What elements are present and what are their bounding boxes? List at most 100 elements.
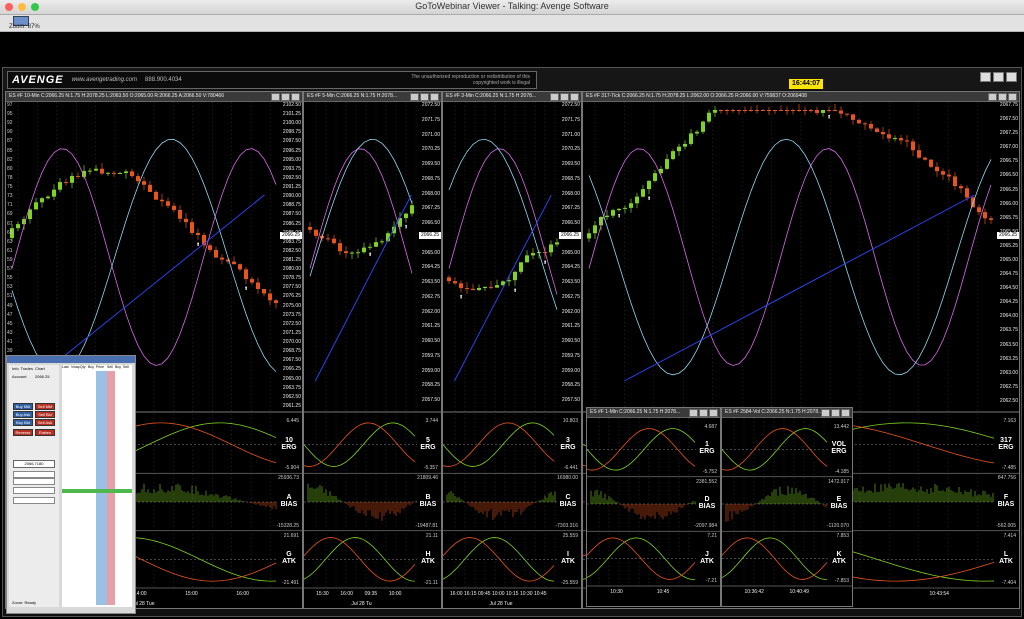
- panel-maximize-button[interactable]: [998, 93, 1007, 101]
- indicator-high-value: 6.445: [286, 418, 299, 424]
- chart-panel[interactable]: ES #F 3-Min C:2066.25 N:1.75 H:2078... ⬆ ⬆…: [442, 91, 582, 609]
- col-sell2: Sell: [123, 365, 129, 369]
- indicator-name: ERG: [831, 448, 847, 456]
- price-tick: 2071.75: [561, 116, 580, 123]
- price-tick: 2065.25: [999, 242, 1018, 249]
- price-scale[interactable]: 2072.50 2071.75 2071.00 2070.25 2069.50 2068.…: [559, 102, 581, 412]
- indicator-name: BIAS: [698, 503, 716, 510]
- buy-bid-button[interactable]: Buy Bid: [13, 419, 33, 426]
- chart-panel[interactable]: ES #F 5-Min C:2066.25 N:1.75 H:2078... ⬆ ⬆…: [303, 91, 442, 609]
- panel-maximize-button[interactable]: [699, 409, 708, 417]
- panel-maximize-button[interactable]: [420, 93, 429, 101]
- candle: [839, 110, 843, 114]
- panel-buttons: [410, 93, 439, 101]
- price-tick: 2101.25: [282, 111, 301, 118]
- panel-close-button[interactable]: [291, 93, 300, 101]
- candle: [719, 110, 723, 111]
- candle: [344, 251, 348, 254]
- reverse-button[interactable]: Reverse: [13, 429, 33, 436]
- flatten-button[interactable]: Flatten: [35, 429, 55, 436]
- candle: [785, 110, 789, 111]
- panel-close-button[interactable]: [430, 93, 439, 101]
- panel-maximize-button[interactable]: [831, 409, 840, 417]
- indicator-high-value: 3.744: [425, 418, 438, 424]
- panel-minimize-button[interactable]: [550, 93, 559, 101]
- sell-market-button[interactable]: Sell Mkt: [35, 403, 55, 410]
- panel-minimize-button[interactable]: [271, 93, 280, 101]
- strategy-field[interactable]: [13, 487, 55, 494]
- price-tick: 2059.75: [561, 352, 580, 359]
- col-vwap: Vwap: [71, 365, 80, 369]
- panel-close-button[interactable]: [570, 93, 579, 101]
- candle: [356, 252, 360, 254]
- time-axis[interactable]: 10:30 10:45: [587, 589, 698, 597]
- panel-minimize-button[interactable]: [821, 409, 830, 417]
- panel-close-button[interactable]: [709, 409, 718, 417]
- sell-ask-button[interactable]: Sell Ask: [35, 419, 55, 426]
- price-scale[interactable]: 2067.75 2067.50 2067.25 2067.00 2066.75 2066.…: [997, 102, 1019, 412]
- price-tick: 2081.25: [282, 257, 301, 263]
- panel-buttons: [550, 93, 579, 101]
- panel-maximize-button[interactable]: [281, 93, 290, 101]
- time-tick: 10:43:54: [929, 591, 949, 597]
- candle: [178, 209, 182, 219]
- col-buy: Buy: [88, 365, 95, 369]
- candle: [208, 245, 212, 250]
- panel-title: ES #F 10-Min C:2066.25 N:1.75 H:2078.25 …: [9, 93, 224, 99]
- copyright-warning: The unauthorized reproduction or redistr…: [411, 74, 530, 86]
- col-qty: Qty: [80, 365, 86, 369]
- panel-close-button[interactable]: [1008, 93, 1017, 101]
- buy-ask-button[interactable]: Buy Ask: [13, 411, 33, 418]
- dom-tab-info[interactable]: Info: [12, 366, 19, 371]
- bracket-field[interactable]: [13, 497, 55, 504]
- price-tick: 2067.25: [421, 205, 440, 212]
- price-scale[interactable]: 2102.50 2101.25 2100.00 2098.75 2097.50 2096.…: [280, 102, 302, 412]
- panel-minimize-button[interactable]: [988, 93, 997, 101]
- app-close-button[interactable]: [1006, 72, 1017, 82]
- dom-tab-trades[interactable]: Trades: [21, 366, 33, 371]
- buy-market-button[interactable]: Buy Mkt: [13, 403, 33, 410]
- candle: [833, 110, 837, 111]
- order-type-field[interactable]: [13, 478, 55, 485]
- panel-title-bar: ES #F 10-Min C:2066.25 N:1.75 H:2078.25 …: [6, 92, 302, 102]
- candle: [70, 175, 74, 183]
- sell-bid-button[interactable]: Sell Bid: [35, 411, 55, 418]
- price-tick: 2098.75: [282, 129, 301, 136]
- indicator-low-value: -2097.984: [694, 523, 717, 530]
- candle: [983, 212, 987, 219]
- price-tick: 2102.50: [282, 102, 301, 108]
- candle: [605, 215, 609, 218]
- indicator-high-value: 21809.46: [417, 475, 438, 482]
- panel-minimize-button[interactable]: [689, 409, 698, 417]
- price-tick: 2067.50: [282, 357, 301, 364]
- time-axis[interactable]: 15:30 16:00 09:35 10:00: [304, 591, 419, 599]
- dom-tab-chart[interactable]: Chart: [35, 366, 45, 371]
- time-axis[interactable]: 10:36:42 10:40:49: [722, 589, 830, 597]
- price-tick: 2066.75: [999, 158, 1018, 165]
- panel-close-button[interactable]: [841, 409, 850, 417]
- price-box[interactable]: 2066.7180: [13, 460, 55, 468]
- price-tick: 2097.50: [282, 138, 301, 145]
- indicator-label-erg: 317 ERG: [997, 437, 1015, 451]
- price-tick: 2065.00: [561, 249, 580, 256]
- app-minimize-button[interactable]: [980, 72, 991, 82]
- price-tick: 2064.00: [999, 313, 1018, 320]
- price-tick: 2095.00: [282, 156, 301, 163]
- candle: [665, 159, 669, 169]
- indicator-low-value: -7.485: [1001, 465, 1016, 472]
- price-tick: 2073.75: [282, 311, 301, 318]
- price-tick: 2070.25: [561, 146, 580, 153]
- price-scale[interactable]: 2072.50 2071.75 2071.00 2070.25 2069.50 2068.…: [419, 102, 441, 412]
- dom-ladder[interactable]: Last Vwap Qty Buy Price Sell Buy Sell: [62, 365, 132, 607]
- arrow-up-icon: ⬆: [647, 196, 651, 202]
- time-axis[interactable]: 16:00 16:15 09:45 10:00 10:15 10:30 10:45: [443, 591, 559, 599]
- panel-maximize-button[interactable]: [560, 93, 569, 101]
- sub-chart-panel[interactable]: ES #F 1-Min C:2066.25 N:1.75 H:2078... 1 E…: [586, 407, 721, 607]
- panel-minimize-button[interactable]: [410, 93, 419, 101]
- price-tick: 2075.00: [282, 302, 301, 309]
- quantity-field[interactable]: [13, 471, 55, 478]
- candle: [929, 159, 933, 167]
- app-restore-button[interactable]: [993, 72, 1004, 82]
- dom-order-window[interactable]: Info Trades Chart Account 2066.25 Buy Mk…: [6, 355, 136, 614]
- sub-chart-panel[interactable]: ES #F 2584-Vol C:2066.25 N:1.75 H:2078..…: [721, 407, 853, 607]
